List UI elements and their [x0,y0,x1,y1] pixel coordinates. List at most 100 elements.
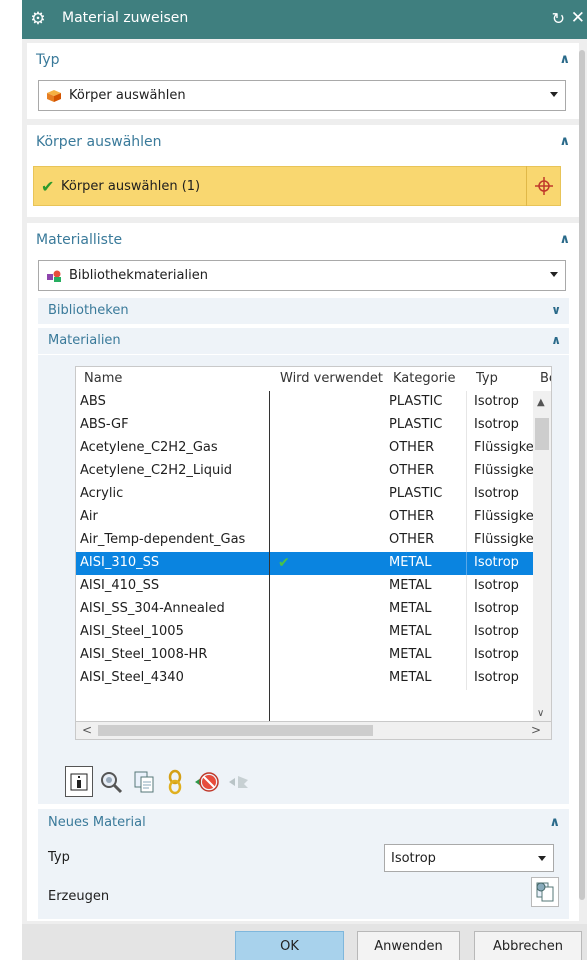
scroll-down-icon[interactable]: ∨ [537,708,544,719]
cell-separator [466,644,467,667]
cell-separator [466,391,467,414]
unassign-button[interactable] [225,766,253,797]
cell-category: PLASTIC [389,394,443,409]
column-header-extra[interactable]: Be [540,371,551,386]
new-material-type-value: Isotrop [391,851,436,866]
column-header-type[interactable]: Typ [476,371,498,386]
chevron-down-icon[interactable]: ∨ [551,303,561,317]
apply-button[interactable]: Anwenden [357,931,460,960]
chevron-up-icon[interactable]: ∧ [559,232,570,247]
close-icon[interactable]: ✕ [571,8,585,28]
horizontal-scrollbar-thumb[interactable] [98,725,373,736]
table-row[interactable]: AISI_310_SS ✔ METAL Isotrop [76,552,550,575]
material-source-dropdown[interactable]: Bibliothekmaterialien [38,260,566,291]
cell-name: ABS [80,394,106,409]
cell-category: METAL [389,555,432,570]
table-row[interactable]: AISI_Steel_1005 METAL Isotrop [76,621,550,644]
cancel-button[interactable]: Abbrechen [474,931,582,960]
cell-type: Isotrop [474,417,519,432]
typ-dropdown[interactable]: Körper auswählen [38,80,566,111]
unassign-icon [229,775,248,788]
dialog-scrollbar-thumb[interactable] [579,50,585,900]
scroll-right-icon[interactable]: > [531,723,541,737]
info-button[interactable] [65,766,93,797]
cell-name: Acrylic [80,486,124,501]
delete-material-button[interactable] [193,766,221,797]
table-row[interactable]: AISI_Steel_1008-HR METAL Isotrop [76,644,550,667]
link-button[interactable] [161,766,189,797]
typ-section-label: Typ [36,52,60,68]
chevron-up-icon[interactable]: ∧ [559,52,570,67]
new-material-type-label: Typ [48,850,70,865]
typ-section-header[interactable]: Typ ∧ [27,43,579,77]
new-material-header[interactable]: Neues Material ∧ [38,809,569,837]
copy-button[interactable] [130,766,158,797]
scroll-up-icon[interactable]: ▲ [537,397,545,408]
column-header-used[interactable]: Wird verwendet [280,371,383,386]
dialog-title: Material zuweisen [62,10,189,26]
column-header-category[interactable]: Kategorie [393,371,456,386]
cell-type: Isotrop [474,394,519,409]
chevron-up-icon[interactable]: ∧ [549,815,560,830]
typ-dropdown-value: Körper auswählen [69,88,186,103]
dialog-footer: OK Anwenden Abbrechen [22,924,587,960]
ok-button[interactable]: OK [235,931,344,960]
materials-table[interactable]: Name Wird verwendet Kategorie Typ Be ABS… [75,366,552,722]
table-row[interactable]: Acetylene_C2H2_Gas OTHER Flüssigkeit [76,437,550,460]
table-row[interactable]: AISI_410_SS METAL Isotrop [76,575,550,598]
inspect-button[interactable] [97,766,125,797]
table-horizontal-scrollbar[interactable]: < > [75,722,552,740]
libraries-subsection-header[interactable]: Bibliotheken ∨ [38,298,569,324]
cell-category: OTHER [389,440,435,455]
cell-name: AISI_410_SS [80,578,160,593]
chevron-up-icon[interactable]: ∧ [551,333,561,347]
table-vertical-scrollbar[interactable]: ▲ ∨ [533,391,551,721]
table-row[interactable]: Acrylic PLASTIC Isotrop [76,483,550,506]
cell-name: AISI_Steel_1008-HR [80,647,208,662]
table-row[interactable]: ABS PLASTIC Isotrop [76,391,550,414]
select-object-button[interactable] [526,166,560,206]
body-selection-bar[interactable]: ✔ Körper auswählen (1) [33,166,561,206]
chevron-up-icon[interactable]: ∧ [559,134,570,149]
table-scrollbar-thumb[interactable] [535,418,549,450]
table-row[interactable]: Air OTHER Flüssigkeit [76,506,550,529]
scroll-left-icon[interactable]: < [82,723,92,737]
create-material-button[interactable] [531,877,559,907]
crosshair-icon [534,177,553,195]
cell-separator [466,529,467,552]
materials-subsection-header[interactable]: Materialien ∧ [38,328,569,354]
table-row[interactable]: Acetylene_C2H2_Liquid OTHER Flüssigkeit [76,460,550,483]
cell-separator [466,437,467,460]
cell-separator [466,575,467,598]
cell-type: Isotrop [474,601,519,616]
table-row[interactable]: ABS-GF PLASTIC Isotrop [76,414,550,437]
column-header-name[interactable]: Name [84,371,122,386]
material-assign-dialog: ⚙ Material zuweisen ↻ ✕ Typ ∧ Körper aus… [22,0,587,960]
cell-category: METAL [389,624,432,639]
cell-name: AISI_310_SS [80,555,160,570]
cell-name: Air_Temp-dependent_Gas [80,532,246,547]
cell-category: METAL [389,578,432,593]
inspect-icon [101,771,123,793]
cell-category: METAL [389,647,432,662]
new-material-type-dropdown[interactable]: Isotrop [384,844,554,872]
table-row[interactable]: AISI_SS_304-Annealed METAL Isotrop [76,598,550,621]
create-label: Erzeugen [48,889,110,904]
cell-type: Isotrop [474,670,519,685]
cell-name: ABS-GF [80,417,129,432]
title-bar[interactable]: ⚙ Material zuweisen ↻ ✕ [22,0,587,39]
cell-separator [466,598,467,621]
materials-label: Materialien [48,333,121,348]
checkmark-icon: ✔ [41,177,55,196]
material-list-label: Materialliste [36,232,123,248]
cell-separator [466,621,467,644]
table-row[interactable]: Air_Temp-dependent_Gas OTHER Flüssigkeit [76,529,550,552]
cell-separator [466,483,467,506]
cell-separator [466,552,467,575]
reset-icon[interactable]: ↻ [552,9,565,28]
body-select-header[interactable]: Körper auswählen ∧ [27,125,579,159]
material-list-header[interactable]: Materialliste ∧ [27,223,579,257]
cell-category: METAL [389,601,432,616]
table-row[interactable]: AISI_Steel_4340 METAL Isotrop [76,667,550,690]
new-material-section: Neues Material ∧ Typ Isotrop Erzeugen [38,809,569,919]
